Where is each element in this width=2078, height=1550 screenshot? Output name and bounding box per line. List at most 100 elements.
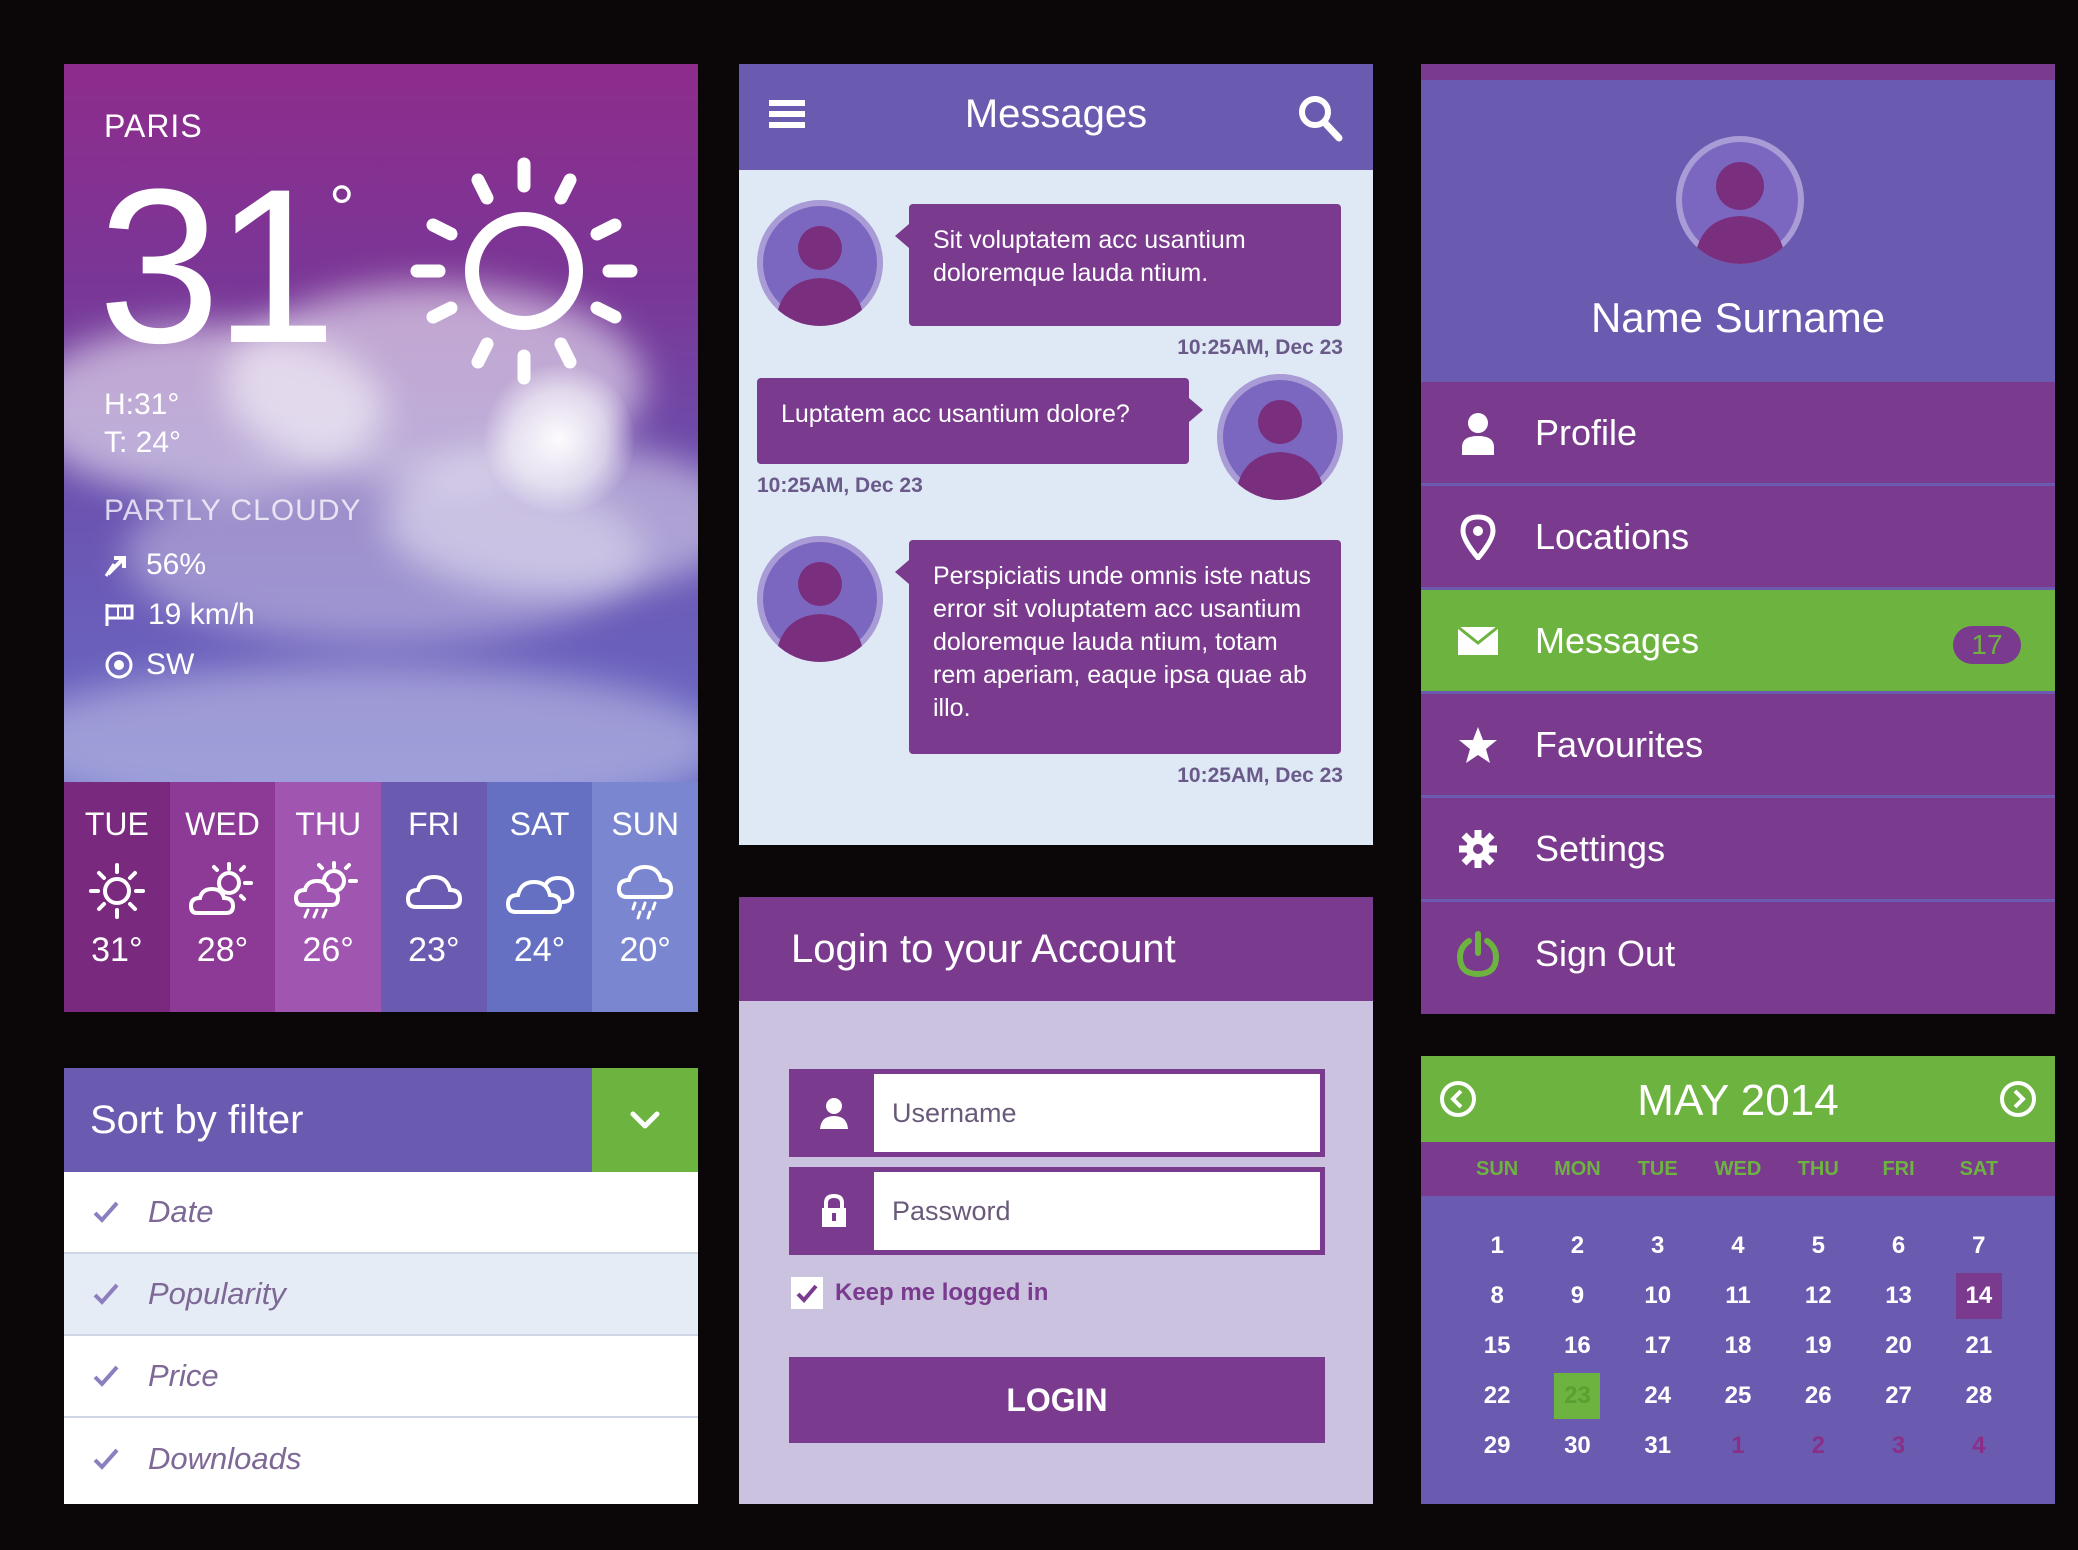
calendar-day-next-month[interactable]: 4 <box>1939 1424 2019 1468</box>
calendar-day[interactable]: 10 <box>1618 1274 1698 1318</box>
calendar-header: MAY 2014 <box>1421 1056 2055 1142</box>
calendar-day[interactable]: 1 <box>1457 1224 1537 1268</box>
calendar-day[interactable]: 13 <box>1858 1274 1938 1318</box>
filter-option-label: Downloads <box>148 1441 302 1476</box>
next-month-button[interactable] <box>1999 1080 2037 1118</box>
search-icon[interactable] <box>1297 94 1343 142</box>
calendar-day[interactable]: 22 <box>1457 1374 1537 1418</box>
humidity-row: 56% <box>104 548 206 582</box>
forecast-temp: 20° <box>619 931 671 969</box>
high-temp: H:31° <box>104 388 180 421</box>
calendar-day[interactable]: 19 <box>1778 1324 1858 1368</box>
forecast-day: FRI 23° <box>381 782 487 1012</box>
filter-option-downloads[interactable]: Downloads <box>64 1418 698 1500</box>
weekday-label: SUN <box>1476 1158 1519 1180</box>
calendar-day[interactable]: 12 <box>1778 1274 1858 1318</box>
calendar-day[interactable]: 4 <box>1698 1224 1778 1268</box>
forecast-temp: 28° <box>196 931 249 969</box>
filter-option-popularity[interactable]: Popularity <box>64 1254 698 1336</box>
menu-item-messages[interactable]: Messages 17 <box>1421 590 2055 694</box>
calendar-day[interactable]: 29 <box>1457 1424 1537 1468</box>
menu-item-label: Messages <box>1535 619 1700 661</box>
avatar[interactable] <box>1217 374 1343 500</box>
calendar-day-next-month[interactable]: 2 <box>1778 1424 1858 1468</box>
weekday-label: FRI <box>1882 1158 1915 1180</box>
calendar-day[interactable]: 26 <box>1778 1374 1858 1418</box>
message-bubble: Sit voluptatem acc usantium doloremque l… <box>895 204 1341 326</box>
weekday-label: THU <box>1797 1158 1839 1180</box>
current-temperature: 31 <box>98 143 337 389</box>
login-title: Login to your Account <box>739 897 1373 1001</box>
filter-option-price[interactable]: Price <box>64 1336 698 1418</box>
weekday-header: SUN MON TUE WED THU FRI SAT <box>1421 1142 2055 1196</box>
calendar-day[interactable]: 17 <box>1618 1324 1698 1368</box>
calendar-day[interactable]: 25 <box>1698 1374 1778 1418</box>
avatar[interactable] <box>757 200 883 326</box>
calendar-day[interactable]: 24 <box>1618 1374 1698 1418</box>
calendar-day[interactable]: 6 <box>1858 1224 1938 1268</box>
menu-item-sign-out[interactable]: Sign Out <box>1421 902 2055 1006</box>
calendar-day[interactable]: 8 <box>1457 1274 1537 1318</box>
menu-item-locations[interactable]: Locations <box>1421 486 2055 590</box>
calendar-day[interactable]: 9 <box>1537 1274 1617 1318</box>
weekday-label: SAT <box>1959 1158 1999 1180</box>
calendar-day[interactable]: 16 <box>1537 1324 1617 1368</box>
calendar-day[interactable]: 20 <box>1858 1324 1938 1368</box>
calendar-day[interactable]: 7 <box>1939 1224 2019 1268</box>
calendar-day[interactable]: 11 <box>1698 1274 1778 1318</box>
calendar-day[interactable]: 3 <box>1618 1224 1698 1268</box>
keep-logged-in-checkbox[interactable] <box>791 1277 823 1309</box>
sort-filter-list: Date Popularity Price Downloads <box>64 1172 698 1500</box>
menu-item-settings[interactable]: Settings <box>1421 798 2055 902</box>
chevron-down-icon <box>630 1111 660 1129</box>
profile-header: Name Surname <box>1421 64 2055 382</box>
star-icon <box>1421 725 1535 765</box>
direction-row: SW <box>104 648 194 682</box>
menu-item-favourites[interactable]: Favourites <box>1421 694 2055 798</box>
calendar-day[interactable]: 27 <box>1858 1374 1938 1418</box>
weather-widget: PARIS 31 ° H:31° T: 24° PARTLY CLOUDY 56… <box>64 64 698 1012</box>
calendar-day[interactable]: 31 <box>1618 1424 1698 1468</box>
keep-logged-in[interactable]: Keep me logged in <box>791 1277 1048 1309</box>
city-name: PARIS <box>104 108 203 144</box>
calendar-day[interactable]: 5 <box>1778 1224 1858 1268</box>
filter-option-label: Popularity <box>148 1276 286 1311</box>
temperature-details: H:31° T: 24° <box>104 386 181 462</box>
menu-item-profile[interactable]: Profile <box>1421 382 2055 486</box>
filter-option-label: Price <box>148 1358 219 1393</box>
sun-icon <box>409 156 639 386</box>
calendar-day[interactable]: 2 <box>1537 1224 1617 1268</box>
forecast-day: WED 28° <box>169 782 276 1012</box>
forecast-day-name: WED <box>185 806 260 842</box>
calendar-month-title: MAY 2014 <box>1637 1076 1839 1125</box>
forecast-temp: 26° <box>302 931 354 969</box>
weekday-label: WED <box>1714 1158 1762 1180</box>
forecast-day: TUE 31° <box>64 782 170 1012</box>
humidity-icon <box>104 556 126 577</box>
clouds-icon <box>504 861 576 921</box>
calendar-day-today[interactable]: 23 <box>1537 1373 1617 1419</box>
compass-icon <box>105 651 133 679</box>
login-button[interactable]: LOGIN <box>789 1357 1325 1443</box>
weather-condition: PARTLY CLOUDY <box>104 494 362 527</box>
wind-speed: 19 km/h <box>148 598 255 631</box>
cloud-icon <box>404 861 464 921</box>
avatar[interactable] <box>1676 136 1804 264</box>
checkmark-icon <box>64 1282 148 1306</box>
dropdown-toggle-button[interactable] <box>592 1068 698 1172</box>
calendar-day[interactable]: 18 <box>1698 1324 1778 1368</box>
password-input[interactable] <box>874 1172 1320 1250</box>
avatar[interactable] <box>757 536 883 662</box>
checkmark-icon <box>796 1284 818 1303</box>
calendar-day[interactable]: 15 <box>1457 1324 1537 1368</box>
calendar-day-selected[interactable]: 14 <box>1939 1273 2019 1319</box>
checkmark-icon <box>64 1364 148 1388</box>
calendar-day-next-month[interactable]: 1 <box>1698 1424 1778 1468</box>
calendar-day-next-month[interactable]: 3 <box>1858 1424 1938 1468</box>
calendar-day[interactable]: 21 <box>1939 1324 2019 1368</box>
username-input[interactable] <box>874 1074 1320 1152</box>
sort-filter-header[interactable]: Sort by filter <box>64 1068 698 1172</box>
calendar-day[interactable]: 30 <box>1537 1424 1617 1468</box>
calendar-day[interactable]: 28 <box>1939 1374 2019 1418</box>
filter-option-date[interactable]: Date <box>64 1172 698 1254</box>
